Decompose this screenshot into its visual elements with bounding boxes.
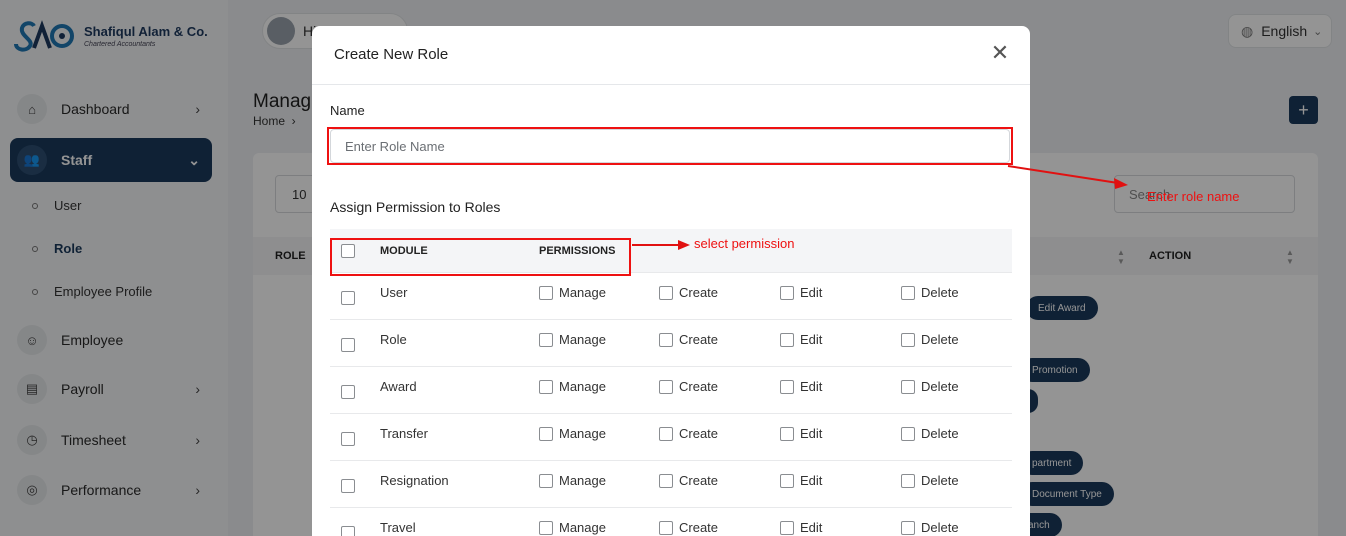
annotation-arrows [632, 165, 1128, 250]
annotation-name-hint: Enter role name [1147, 189, 1240, 204]
annotation-permission-hint: select permission [694, 236, 795, 251]
